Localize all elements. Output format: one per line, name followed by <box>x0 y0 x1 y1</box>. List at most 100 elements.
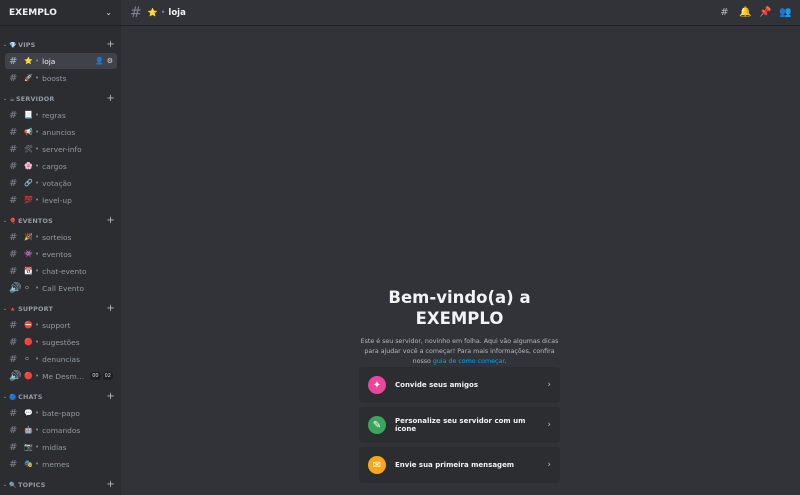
text-channel[interactable]: # 🔴 • sugestões <box>5 334 117 350</box>
threads-icon[interactable]: # <box>719 7 730 18</box>
category-emoji: ☕ <box>9 95 15 103</box>
add-channel-icon[interactable]: + <box>106 480 115 490</box>
separator-dot: • <box>35 179 40 187</box>
text-channel[interactable]: # 📷 • midias <box>5 439 117 455</box>
separator-dot: • <box>35 250 40 258</box>
text-channel[interactable]: # 🤖 • comandos <box>5 422 117 438</box>
text-channel[interactable]: # 📆 • chat-evento <box>5 263 117 279</box>
onboarding-card[interactable]: ✦ Convide seus amigos › <box>359 367 560 403</box>
voice-channel[interactable]: 🔊 ⚪ • Call Evento <box>5 280 117 296</box>
text-channel[interactable]: # 🔗 • votação <box>5 175 117 191</box>
hash-icon: # <box>9 194 18 206</box>
category-header[interactable]: ⌄ ☕ SERVIDOR + <box>0 92 121 106</box>
onboarding-cards: ✦ Convide seus amigos › ✎ Personalize seu se… <box>359 367 560 487</box>
category-emoji: 🎈 <box>9 217 18 225</box>
channel-name: Call Evento <box>42 283 84 293</box>
hash-icon: # <box>9 353 18 365</box>
text-channel[interactable]: # 🌸 • cargos <box>5 158 117 174</box>
add-channel-icon[interactable]: + <box>106 216 115 226</box>
separator-dot: • <box>35 233 40 241</box>
guide-link[interactable]: guia de como começar <box>433 358 504 365</box>
separator-dot: • <box>35 74 40 82</box>
text-channel[interactable]: # 📃 • regras <box>5 107 117 123</box>
category-label: SUPPORT <box>18 305 54 313</box>
onboarding-card[interactable]: ✉ Envie sua primeira mensagem › <box>359 447 560 483</box>
hash-icon: # <box>130 4 142 21</box>
category-emoji: 🔵 <box>9 393 18 401</box>
channel-emoji: ⭐ <box>147 8 158 17</box>
channel-name: anuncios <box>42 127 76 137</box>
category-label: VIPS <box>18 41 36 49</box>
channel-list: ⌄ 💎 VIPS + # ⭐ • loja 👤 ⚙ # 🚀 • boosts ⌄ ☕ SERVIDOR + # 📃 • r… <box>0 26 121 495</box>
text-channel[interactable]: # ⭐ • loja 👤 ⚙ <box>5 53 117 69</box>
pin-icon[interactable]: 📌 <box>759 7 771 18</box>
welcome-text-end: . <box>504 358 507 365</box>
chevron-down-icon: ⌄ <box>105 8 112 17</box>
channel-name: boosts <box>42 73 67 83</box>
separator-dot: • <box>35 443 40 451</box>
welcome-description: Este é seu servidor, novinho em folha. A… <box>359 337 560 367</box>
separator-dot: • <box>35 372 40 380</box>
separator-dot: • <box>35 355 40 363</box>
channel-emoji: 👾 <box>24 250 33 258</box>
separator-dot: • <box>35 267 40 275</box>
text-channel[interactable]: # 🎉 • sorteios <box>5 229 117 245</box>
add-channel-icon[interactable]: + <box>106 94 115 104</box>
channel-actions: 👤 ⚙ <box>95 57 113 65</box>
category-header[interactable]: ⌄ 💎 VIPS + <box>0 38 121 52</box>
channel-name: comandos <box>42 425 81 435</box>
category-label: TOPICS <box>18 481 46 489</box>
separator-dot: • <box>35 145 40 153</box>
text-channel[interactable]: # 🛠 • server-info <box>5 141 117 157</box>
channel-name: bate-papo <box>42 408 80 418</box>
hash-icon: # <box>9 126 18 138</box>
channel-emoji: 🔴 <box>24 338 33 346</box>
text-channel[interactable]: # 📢 • anuncios <box>5 124 117 140</box>
gear-icon[interactable]: ⚙ <box>107 57 113 65</box>
category-header[interactable]: ⌄ 🎈 EVENTOS + <box>0 214 121 228</box>
add-channel-icon[interactable]: + <box>106 392 115 402</box>
channel-emoji: ⚪ <box>24 284 30 292</box>
add-channel-icon[interactable]: + <box>106 40 115 50</box>
text-channel[interactable]: # 🚀 • boosts <box>5 70 117 86</box>
members-icon[interactable]: 👥 <box>779 7 791 18</box>
text-channel[interactable]: # ⛔ • support <box>5 317 117 333</box>
add-channel-icon[interactable]: + <box>106 304 115 314</box>
channel-emoji: 🔗 <box>24 179 33 187</box>
text-channel[interactable]: # 💯 • level-up <box>5 192 117 208</box>
channel-name: cargos <box>42 161 67 171</box>
chevron-down-icon: ⌄ <box>3 482 8 488</box>
bell-icon[interactable]: 🔔 <box>739 7 751 18</box>
text-channel[interactable]: # 👾 • eventos <box>5 246 117 262</box>
server-name: EXEMPLO <box>9 7 57 18</box>
channel-name: support <box>42 320 71 330</box>
category-header[interactable]: ⌄ 🔵 CHATS + <box>0 390 121 404</box>
hash-icon: # <box>9 458 18 470</box>
server-header[interactable]: EXEMPLO ⌄ <box>0 0 121 26</box>
chevron-down-icon: ⌄ <box>3 42 8 48</box>
text-channel[interactable]: # ⚪ • denuncias <box>5 351 117 367</box>
hash-icon: # <box>9 55 18 67</box>
channel-emoji: 🛠 <box>24 145 33 153</box>
channel-name: votação <box>42 178 72 188</box>
voice-channel[interactable]: 🔊 🔴 • Me Desmu... 00 02 <box>5 368 117 384</box>
invite-member-icon[interactable]: 👤 <box>95 57 104 65</box>
separator-dot: • <box>35 162 40 170</box>
channel-name: Me Desmu... <box>42 371 89 381</box>
category-header[interactable]: ⌄ 🔺 SUPPORT + <box>0 302 121 316</box>
hash-icon: # <box>9 407 18 419</box>
onboarding-card[interactable]: ✎ Personalize seu servidor com um ícone › <box>359 407 560 443</box>
hash-icon: # <box>9 248 18 260</box>
separator-dot: • <box>35 284 40 292</box>
channel-emoji: ⭐ <box>24 57 33 65</box>
welcome-section: Bem-vindo(a) a EXEMPLO Este é seu servid… <box>359 287 560 367</box>
channel-emoji: 🔴 <box>24 372 33 380</box>
hash-icon: # <box>9 336 18 348</box>
channel-name: denuncias <box>42 354 80 364</box>
hash-icon: # <box>9 143 18 155</box>
text-channel[interactable]: # 🎭 • memes <box>5 456 117 472</box>
hash-icon: # <box>9 109 18 121</box>
text-channel[interactable]: # 💬 • bate-papo <box>5 405 117 421</box>
channel-emoji: 📆 <box>24 267 33 275</box>
category-header[interactable]: ⌄ 🔍 TOPICS + <box>0 478 121 492</box>
